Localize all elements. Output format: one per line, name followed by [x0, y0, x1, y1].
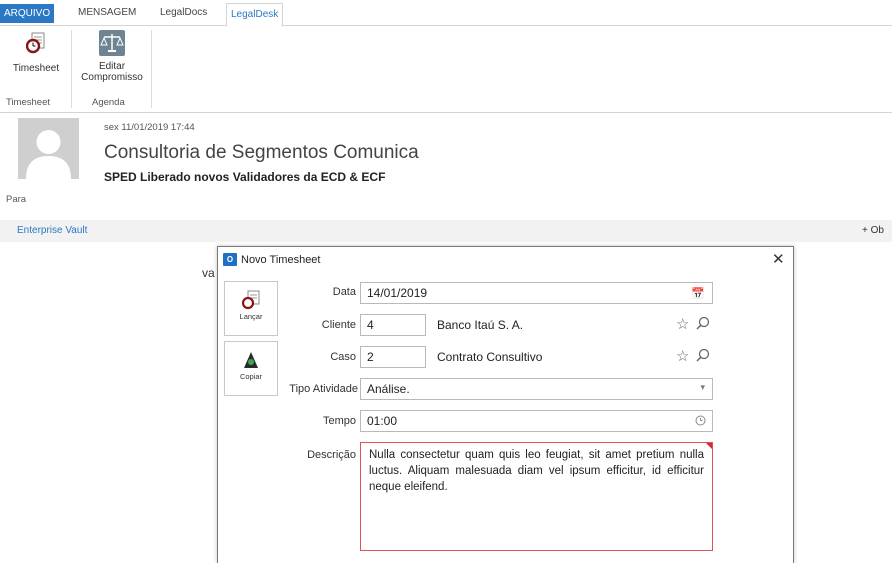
ribbon-group-separator [71, 30, 72, 108]
message-subject: SPED Liberado novos Validadores da ECD &… [104, 170, 386, 184]
dialog-titlebar: O Novo Timesheet ✕ [218, 247, 793, 273]
avatar [18, 118, 79, 179]
tab-arquivo[interactable]: ARQUIVO [0, 4, 55, 23]
message-body-text: va [202, 266, 215, 280]
editar-compromisso-button[interactable]: Editar Compromisso [76, 30, 148, 83]
cliente-code-field[interactable]: 4 [360, 314, 426, 336]
ribbon: Timesheet Editar Compromisso Timesheet A… [0, 26, 892, 113]
search-icon[interactable] [696, 316, 710, 333]
timesheet-button-label: Timesheet [12, 63, 60, 74]
star-icon[interactable]: ☆ [676, 347, 689, 365]
caso-name-field: Contrato Consultivo [430, 346, 672, 368]
group-label-timesheet: Timesheet [6, 97, 50, 108]
descricao-value: Nulla consectetur quam quis leo feugiat,… [369, 449, 704, 493]
dialog-title: Novo Timesheet [241, 254, 321, 266]
caso-label: Caso [330, 351, 356, 363]
tipo-atividade-select[interactable]: Análise. ▾ [360, 378, 713, 400]
cliente-label: Cliente [321, 319, 356, 331]
message-datetime: sex 11/01/2019 17:44 [104, 122, 195, 133]
data-field[interactable]: 14/01/2019 📅 [360, 282, 713, 304]
group-label-agenda: Agenda [92, 97, 125, 108]
tab-legaldesk[interactable]: LegalDesk [226, 3, 284, 27]
clock-icon[interactable] [695, 415, 706, 429]
scales-icon [99, 30, 125, 56]
enterprise-vault-bar: Enterprise Vault + Ob [0, 220, 892, 242]
descricao-label: Descrição [307, 449, 356, 461]
tipo-atividade-label: Tipo Atividade [289, 383, 358, 395]
data-label: Data [332, 286, 356, 298]
lancar-button[interactable]: Lançar [224, 281, 278, 336]
vault-expand-button[interactable]: + Ob [862, 225, 884, 236]
copy-icon [244, 352, 258, 368]
ribbon-group-separator [151, 30, 152, 108]
calendar-icon[interactable]: 📅 [691, 287, 705, 300]
star-icon[interactable]: ☆ [676, 315, 689, 333]
tempo-value: 01:00 [367, 414, 398, 428]
tempo-field[interactable]: 01:00 [360, 410, 713, 432]
outlook-icon: O [223, 253, 237, 266]
timesheet-icon [241, 290, 260, 310]
editar-label-2: Compromisso [81, 72, 143, 83]
timesheet-icon [25, 32, 45, 54]
cliente-name-field: Banco Itaú S. A. [430, 314, 672, 336]
tab-legaldocs[interactable]: LegalDocs [156, 5, 211, 20]
tab-mensagem[interactable]: MENSAGEM [74, 5, 140, 20]
to-label: Para [6, 194, 27, 205]
enterprise-vault-link[interactable]: Enterprise Vault [17, 225, 87, 236]
editar-label-1: Editar [98, 61, 126, 72]
novo-timesheet-dialog: O Novo Timesheet ✕ Lançar Copiar Data 14… [217, 246, 794, 563]
descricao-textarea[interactable]: Nulla consectetur quam quis leo feugiat,… [360, 442, 713, 551]
validation-error-flag [706, 443, 712, 449]
lancar-label: Lançar [239, 312, 263, 321]
search-icon[interactable] [696, 348, 710, 365]
close-button[interactable]: ✕ [772, 250, 785, 268]
chevron-down-icon: ▾ [700, 382, 705, 392]
timesheet-button[interactable]: Timesheet [4, 32, 68, 74]
ribbon-tab-bar: ARQUIVO MENSAGEM LegalDocs LegalDesk [0, 0, 892, 27]
tipo-atividade-value: Análise. [367, 382, 410, 396]
data-value: 14/01/2019 [367, 286, 428, 300]
tempo-label: Tempo [322, 415, 356, 427]
copiar-button[interactable]: Copiar [224, 341, 278, 396]
caso-code-field[interactable]: 2 [360, 346, 426, 368]
copiar-label: Copiar [239, 372, 263, 381]
message-sender: Consultoria de Segmentos Comunica [104, 142, 419, 163]
person-silhouette-icon [26, 130, 71, 179]
